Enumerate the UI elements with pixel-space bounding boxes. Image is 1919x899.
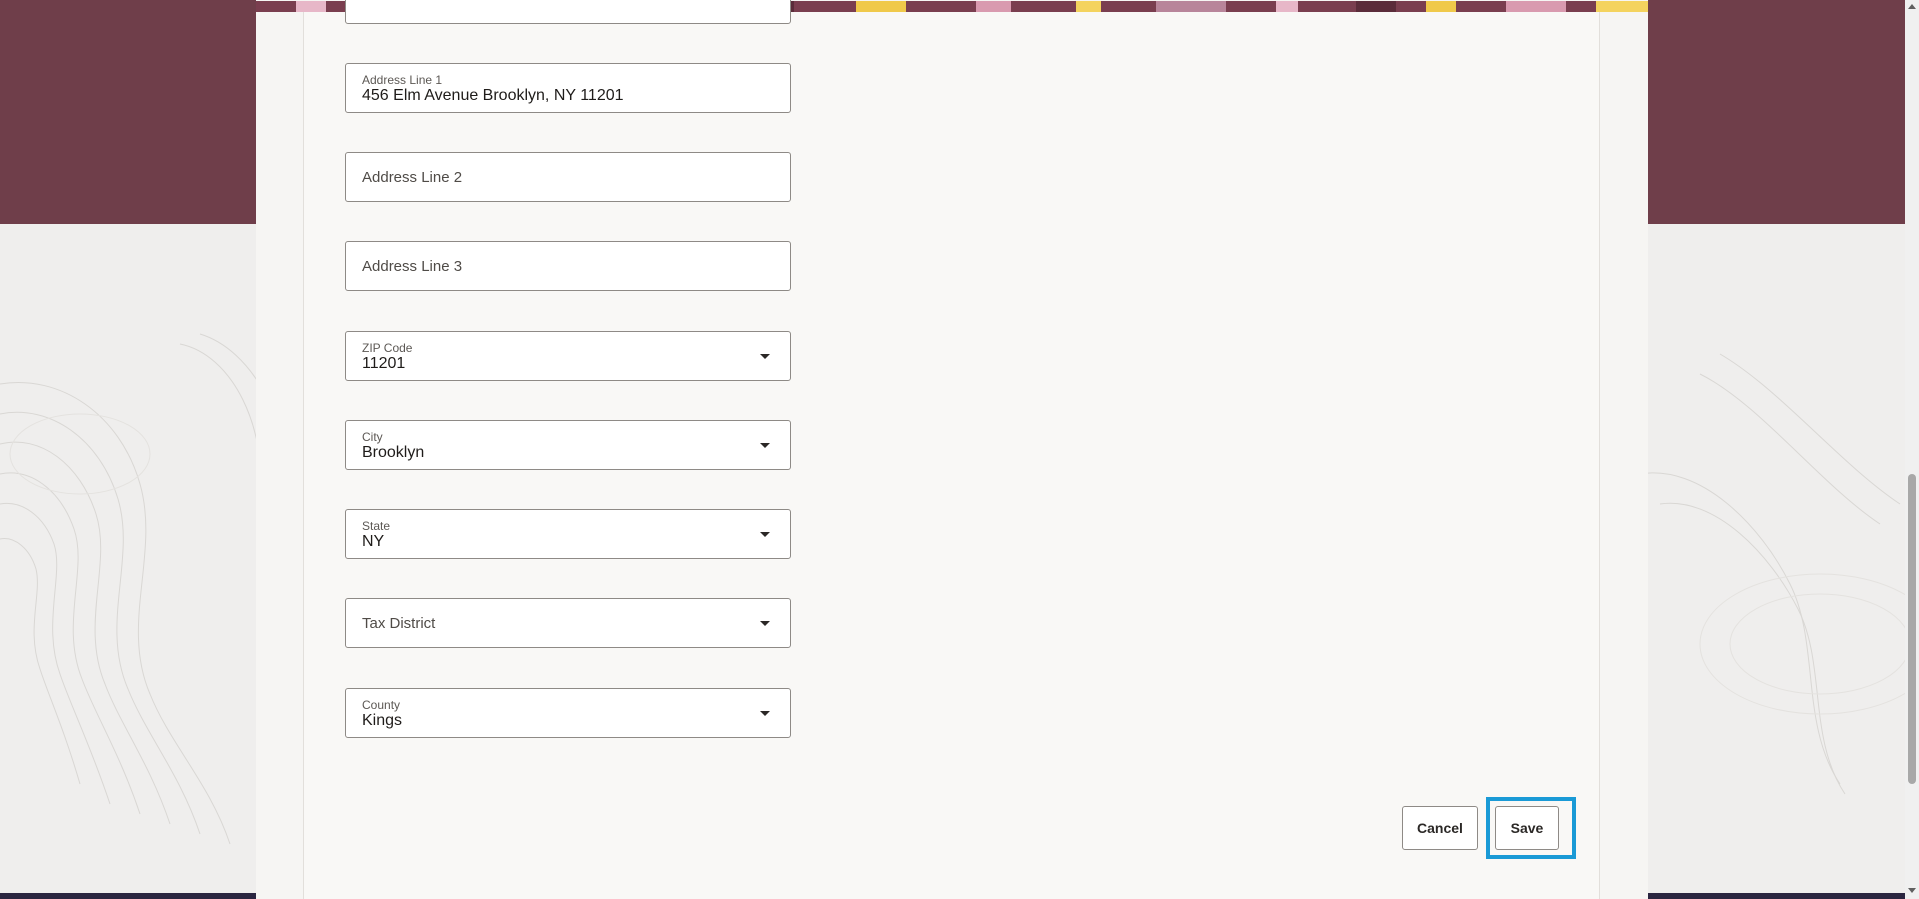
chevron-down-icon[interactable] bbox=[760, 532, 770, 537]
scroll-down-arrow-icon[interactable] bbox=[1908, 888, 1916, 893]
address-line-1-value: 456 Elm Avenue Brooklyn, NY 11201 bbox=[362, 87, 624, 104]
zip-code-value: 11201 bbox=[362, 355, 406, 372]
address-line-2-field[interactable]: Address Line 2 bbox=[345, 152, 791, 202]
county-select[interactable]: County Kings bbox=[345, 688, 791, 738]
address-line-1-label: Address Line 1 bbox=[362, 73, 443, 87]
zip-code-select[interactable]: ZIP Code 11201 bbox=[345, 331, 791, 381]
vertical-scrollbar[interactable] bbox=[1905, 0, 1919, 899]
scroll-up-arrow-icon[interactable] bbox=[1908, 4, 1916, 9]
county-label: County bbox=[362, 698, 401, 712]
chevron-down-icon[interactable] bbox=[760, 354, 770, 359]
state-select[interactable]: State NY bbox=[345, 509, 791, 559]
city-label: City bbox=[362, 430, 383, 444]
address-line-2-label: Address Line 2 bbox=[362, 169, 463, 186]
address-line-1-field[interactable]: Address Line 1 456 Elm Avenue Brooklyn, … bbox=[345, 63, 791, 113]
cancel-button[interactable]: Cancel bbox=[1402, 806, 1478, 850]
chevron-down-icon[interactable] bbox=[760, 711, 770, 716]
county-value: Kings bbox=[362, 712, 403, 729]
zip-code-label: ZIP Code bbox=[362, 341, 413, 355]
city-select[interactable]: City Brooklyn bbox=[345, 420, 791, 470]
chevron-down-icon[interactable] bbox=[760, 443, 770, 448]
state-label: State bbox=[362, 519, 391, 533]
address-line-3-label: Address Line 3 bbox=[362, 258, 463, 275]
scrollbar-thumb[interactable] bbox=[1908, 474, 1916, 784]
address-line-3-field[interactable]: Address Line 3 bbox=[345, 241, 791, 291]
state-value: NY bbox=[362, 533, 385, 550]
tax-district-select[interactable]: Tax District bbox=[345, 598, 791, 648]
save-button[interactable]: Save bbox=[1495, 806, 1559, 850]
city-value: Brooklyn bbox=[362, 444, 425, 461]
tax-district-label: Tax District bbox=[362, 615, 436, 632]
previous-field[interactable] bbox=[345, 0, 791, 24]
chevron-down-icon[interactable] bbox=[760, 621, 770, 626]
